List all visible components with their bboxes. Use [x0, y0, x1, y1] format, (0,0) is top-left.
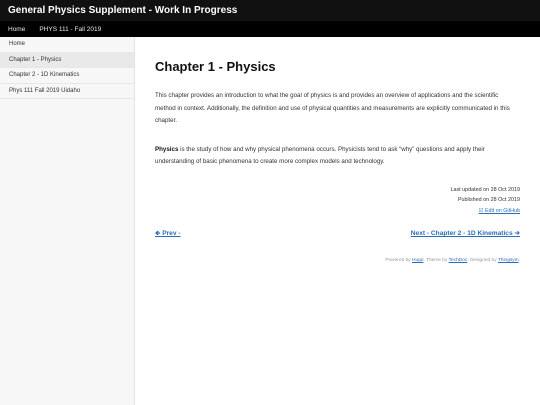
last-updated: Last updated on 28 Oct 2019: [450, 186, 520, 193]
pager: 🡸 Prev - Next - Chapter 2 - 1D Kinematic…: [155, 229, 520, 240]
footer-end-text: .: [518, 258, 520, 264]
physics-definition-paragraph: Physics is the study of how and why phys…: [155, 144, 510, 169]
edit-on-github-label: Edit on GitHub: [484, 207, 520, 214]
nav-item-phys111[interactable]: PHYS 111 - Fall 2019: [39, 26, 101, 33]
edit-icon: ☑: [478, 207, 484, 214]
next-label: Next - Chapter 2 - 1D Kinematics: [410, 230, 515, 238]
edit-on-github-link[interactable]: ☑ Edit on GitHub: [479, 208, 521, 214]
site-title[interactable]: General Physics Supplement - Work In Pro…: [8, 5, 237, 16]
intro-paragraph: This chapter provides an introduction to…: [155, 92, 510, 125]
physics-definition-text: is the study of how and why physical phe…: [155, 145, 485, 166]
footer: Powered by Hugo. Theme by TechDoc. Desig…: [155, 258, 520, 263]
sidebar-item-chapter-1[interactable]: Chapter 1 - Physics: [0, 52, 134, 68]
techdoc-link[interactable]: TechDoc: [449, 258, 468, 263]
footer-designed-text: . Designed by: [467, 258, 498, 264]
arrow-right-icon: ➔: [514, 230, 520, 238]
footer-powered-text: Powered by: [385, 258, 412, 264]
published-date: Published on 28 Oct 2019: [457, 197, 520, 204]
footer-theme-text: . Theme by: [423, 258, 449, 264]
site-header: General Physics Supplement - Work In Pro…: [0, 0, 540, 21]
physics-term: Physics: [155, 145, 179, 153]
next-link[interactable]: Next - Chapter 2 - 1D Kinematics ➔: [411, 229, 520, 240]
sidebar-item-home[interactable]: Home: [0, 37, 134, 53]
nav-item-home[interactable]: Home: [8, 26, 25, 33]
top-nav: Home PHYS 111 - Fall 2019: [0, 21, 540, 37]
sidebar: Home Chapter 1 - Physics Chapter 2 - 1D …: [0, 37, 135, 405]
prev-link[interactable]: 🡸 Prev -: [155, 229, 181, 240]
thingsym-link[interactable]: Thingsym: [498, 258, 519, 263]
page-meta: Last updated on 28 Oct 2019 Published on…: [155, 185, 520, 217]
main-content: Chapter 1 - Physics This chapter provide…: [135, 37, 540, 405]
prev-label: Prev -: [160, 230, 181, 238]
sidebar-item-chapter-2[interactable]: Chapter 2 - 1D Kinematics: [0, 68, 134, 84]
hugo-link[interactable]: Hugo: [412, 258, 423, 263]
sidebar-item-phys111-uidaho[interactable]: Phys 111 Fall 2019 Uidaho: [0, 84, 134, 99]
page-title: Chapter 1 - Physics: [155, 59, 276, 74]
